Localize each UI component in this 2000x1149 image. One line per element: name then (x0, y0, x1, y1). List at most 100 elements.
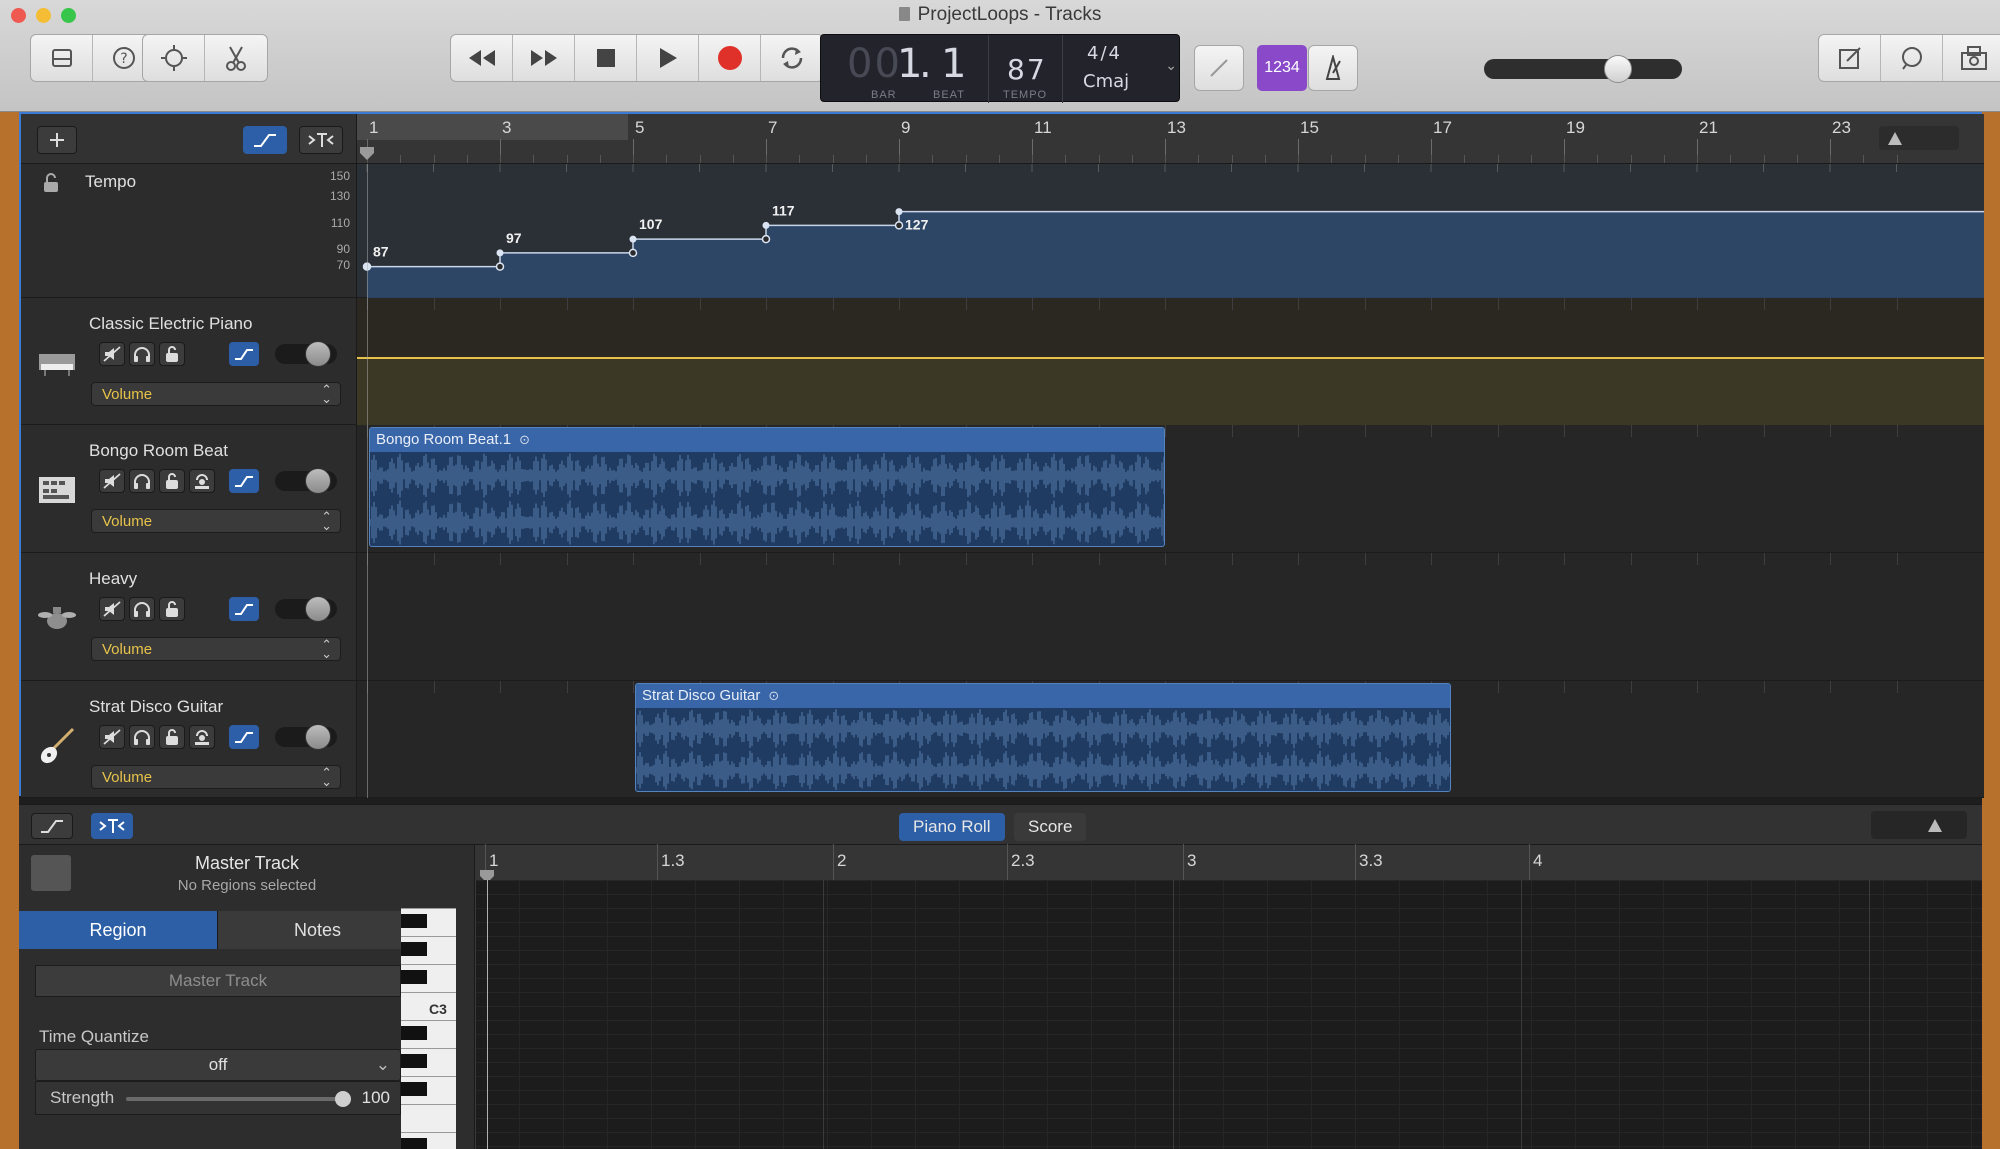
notepad-button[interactable] (1819, 35, 1881, 81)
lock-icon[interactable] (41, 172, 61, 194)
master-volume-knob[interactable] (1604, 55, 1632, 83)
tempo-curve[interactable]: 87 97 107 117 127 (357, 164, 1984, 298)
add-track-button[interactable] (37, 126, 77, 154)
solo-button[interactable] (129, 469, 155, 493)
smart-controls-button[interactable] (143, 35, 205, 81)
tempo-point-start[interactable] (761, 234, 771, 244)
region-tab[interactable]: Region (19, 911, 217, 949)
track-lane[interactable] (357, 298, 1984, 425)
lcd-display[interactable]: 00 1 . 1 BAR BEAT 87 TEMPO 4/4 Cmaj ⌄ (820, 34, 1180, 103)
stop-button[interactable] (575, 35, 637, 81)
track-volume-knob[interactable] (305, 468, 331, 494)
track-lock-button[interactable] (159, 725, 185, 749)
track-automation-button[interactable] (229, 597, 259, 621)
black-key[interactable] (401, 970, 427, 984)
region-header[interactable]: Bongo Room Beat.1 ⊙ (370, 428, 1164, 452)
track-automation-button[interactable] (229, 342, 259, 366)
track-volume-knob[interactable] (305, 724, 331, 750)
editor-ruler[interactable]: 1 1.3 2 2.3 3 3.3 4 (475, 844, 1982, 883)
notes-tab[interactable]: Notes (217, 911, 417, 949)
editor-zoom-knob-icon[interactable] (1927, 817, 1943, 833)
editor-zoom-slider[interactable] (1871, 811, 1967, 839)
track-header[interactable]: Classic Electric Piano Volume ⌃ ⌄ (21, 298, 357, 425)
automation-parameter-select[interactable]: Volume ⌃ ⌄ (91, 765, 341, 789)
zoom-slider-knob-icon[interactable] (1887, 130, 1903, 146)
track-lane[interactable] (357, 553, 1984, 681)
track-automation-button[interactable] (229, 469, 259, 493)
black-key[interactable] (401, 1054, 427, 1068)
playhead-icon[interactable] (359, 146, 375, 162)
score-tab[interactable]: Score (1014, 813, 1087, 841)
mute-button[interactable] (99, 725, 125, 749)
mute-button[interactable] (99, 597, 125, 621)
track-lock-button[interactable] (159, 597, 185, 621)
tempo-point[interactable] (895, 208, 903, 216)
tempo-point-start[interactable] (894, 221, 904, 230)
fast-forward-button[interactable] (513, 35, 575, 81)
media-browser-button[interactable] (1943, 35, 2000, 81)
strength-slider-knob[interactable] (335, 1091, 351, 1107)
tuner-button[interactable] (1194, 45, 1244, 91)
solo-button[interactable] (129, 342, 155, 366)
piano-roll-grid[interactable] (475, 880, 1982, 1149)
solo-button[interactable] (129, 597, 155, 621)
track-header[interactable]: Bongo Room Beat Volume ⌃ ⌄ (21, 425, 357, 553)
track-volume-toggle[interactable] (275, 596, 337, 622)
library-button[interactable] (31, 35, 93, 81)
track-header[interactable]: Strat Disco Guitar Volume ⌃ ⌄ (21, 681, 357, 798)
tempo-point[interactable] (496, 249, 504, 257)
track-lane[interactable]: Strat Disco Guitar ⊙ (357, 681, 1984, 798)
automation-area[interactable] (357, 357, 1984, 425)
tempo-point-start[interactable] (628, 248, 638, 258)
timeline-ruler[interactable]: 1 3 5 7 9 11 13 15 17 19 21 23 (357, 114, 1984, 164)
black-key[interactable] (401, 1138, 427, 1149)
cycle-area[interactable] (357, 114, 628, 140)
editors-button[interactable] (205, 35, 267, 81)
loop-browser-button[interactable] (1881, 35, 1943, 81)
track-lock-button[interactable] (159, 342, 185, 366)
region-name-field[interactable]: Master Track (35, 965, 401, 997)
track-volume-toggle[interactable] (275, 341, 337, 367)
track-header[interactable]: Heavy Volume ⌃ ⌄ (21, 553, 357, 681)
solo-button[interactable] (129, 725, 155, 749)
zoom-slider[interactable] (1879, 126, 1959, 150)
track-automation-button[interactable] (229, 725, 259, 749)
tempo-point[interactable] (629, 235, 637, 243)
rewind-button[interactable] (451, 35, 513, 81)
tempo-lane[interactable]: 87 97 107 117 127 (357, 164, 1984, 298)
black-key[interactable] (401, 1082, 427, 1096)
editor-automation-button[interactable] (31, 813, 73, 839)
master-volume-slider[interactable] (1484, 55, 1682, 83)
automation-toggle-button[interactable] (243, 126, 287, 154)
tempo-track-header[interactable]: Tempo 150 130 110 90 70 (21, 164, 357, 298)
region-header[interactable]: Strat Disco Guitar ⊙ (636, 684, 1450, 708)
strength-slider[interactable] (126, 1091, 351, 1107)
record-button[interactable] (699, 35, 761, 81)
input-monitor-button[interactable] (189, 469, 215, 493)
track-lane[interactable]: Bongo Room Beat.1 ⊙ (357, 425, 1984, 553)
editor-catch-button[interactable] (91, 813, 133, 839)
input-monitor-button[interactable] (189, 725, 215, 749)
automation-parameter-select[interactable]: Volume ⌃ ⌄ (91, 509, 341, 533)
piano-keyboard[interactable]: C3 (401, 908, 456, 1149)
black-key[interactable] (401, 1026, 427, 1040)
track-volume-knob[interactable] (305, 341, 331, 367)
metronome-button[interactable] (1308, 45, 1358, 91)
mute-button[interactable] (99, 469, 125, 493)
tempo-point-start[interactable] (495, 262, 505, 271)
black-key[interactable] (401, 914, 427, 928)
count-in-button[interactable]: 1234 (1257, 45, 1307, 91)
catch-button[interactable] (299, 126, 343, 154)
piano-roll-tab[interactable]: Piano Roll (899, 813, 1005, 841)
track-volume-toggle[interactable] (275, 468, 337, 494)
mute-button[interactable] (99, 342, 125, 366)
time-quantize-select[interactable]: off ⌄ (35, 1049, 401, 1081)
audio-region[interactable]: Strat Disco Guitar ⊙ (635, 683, 1451, 792)
play-button[interactable] (637, 35, 699, 81)
automation-parameter-select[interactable]: Volume ⌃ ⌄ (91, 382, 341, 406)
automation-parameter-select[interactable]: Volume ⌃ ⌄ (91, 637, 341, 661)
volume-automation-line[interactable] (357, 357, 1984, 359)
audio-region[interactable]: Bongo Room Beat.1 ⊙ (369, 427, 1165, 547)
track-volume-knob[interactable] (305, 596, 331, 622)
track-volume-toggle[interactable] (275, 724, 337, 750)
